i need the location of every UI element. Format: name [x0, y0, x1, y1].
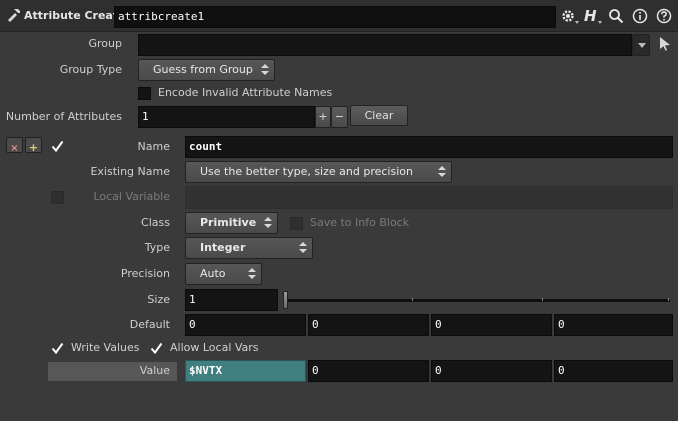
default-field[interactable]: 0: [554, 314, 673, 336]
num-attributes-field[interactable]: 1: [138, 106, 315, 128]
group-field[interactable]: [138, 34, 632, 56]
allow-local-vars-checkmark[interactable]: [150, 342, 163, 355]
write-values-checkmark[interactable]: [51, 342, 64, 355]
size-label: Size: [147, 293, 170, 306]
updown-arrows-icon: [261, 62, 269, 77]
default-field[interactable]: 0: [308, 314, 429, 336]
slider-tick: [668, 298, 669, 301]
existing-name-value: Use the better type, size and precision: [200, 165, 413, 178]
num-attributes-plus-button[interactable]: +: [315, 106, 331, 128]
name-label: Name: [137, 140, 170, 153]
slider-tick: [412, 298, 413, 301]
value-field[interactable]: $NVTX: [185, 360, 306, 382]
slider-track: [284, 299, 670, 302]
default-label: Default: [129, 318, 170, 331]
search-icon[interactable]: [608, 8, 624, 24]
chevron-down-icon: [638, 43, 646, 48]
node-name-field[interactable]: attribcreate1: [114, 6, 556, 28]
node-type-label: Attribute Create: [24, 9, 126, 22]
type-menu[interactable]: Integer: [185, 237, 313, 259]
existing-name-menu[interactable]: Use the better type, size and precision: [185, 161, 452, 183]
insert-icon: +: [28, 141, 39, 154]
num-attributes-label: Number of Attributes: [5, 110, 122, 123]
help-icon[interactable]: [656, 8, 672, 24]
clear-button[interactable]: Clear: [350, 105, 408, 126]
select-arrow-icon[interactable]: [658, 36, 672, 52]
group-type-menu[interactable]: Guess from Group: [138, 59, 275, 81]
write-values-label: Write Values: [71, 341, 140, 354]
info-icon[interactable]: [632, 8, 648, 24]
num-attributes-minus-button[interactable]: −: [331, 106, 348, 128]
save-info-label: Save to Info Block: [310, 216, 410, 229]
updown-arrows-icon: [264, 215, 272, 230]
save-info-checkbox[interactable]: [290, 217, 303, 230]
remove-instance-button[interactable]: ×: [6, 137, 23, 154]
precision-menu[interactable]: Auto: [185, 263, 262, 285]
local-variable-field[interactable]: [185, 186, 673, 209]
encode-label: Encode Invalid Attribute Names: [158, 86, 333, 99]
size-field[interactable]: 1: [185, 289, 278, 311]
updown-arrows-icon: [299, 240, 307, 255]
help-h-icon[interactable]: H: [583, 7, 603, 25]
svg-text:H: H: [584, 7, 597, 25]
group-dropdown-button[interactable]: [632, 34, 650, 56]
updown-arrows-icon: [248, 266, 256, 281]
value-field[interactable]: 0: [308, 360, 429, 382]
slider-handle[interactable]: [283, 291, 288, 309]
name-field[interactable]: count: [185, 136, 673, 158]
group-type-value: Guess from Group: [153, 63, 253, 76]
local-variable-checkbox[interactable]: [51, 191, 64, 204]
allow-local-vars-label: Allow Local Vars: [170, 341, 259, 354]
gear-icon[interactable]: [560, 8, 580, 26]
value-field[interactable]: 0: [431, 360, 552, 382]
insert-instance-button[interactable]: +: [25, 137, 42, 154]
slider-tick: [542, 298, 543, 301]
precision-value: Auto: [200, 267, 226, 280]
value-field[interactable]: 0: [554, 360, 673, 382]
type-value: Integer: [200, 241, 246, 254]
existing-name-label: Existing Name: [90, 165, 170, 178]
close-icon: ×: [10, 143, 19, 154]
encode-checkbox[interactable]: [138, 87, 151, 100]
class-value: Primitive: [200, 216, 257, 229]
precision-label: Precision: [120, 267, 170, 280]
group-label: Group: [88, 37, 123, 50]
updown-arrows-icon: [438, 164, 446, 179]
attribcreate-node-icon[interactable]: [6, 7, 22, 23]
value-label: Value: [139, 364, 170, 377]
class-menu[interactable]: Primitive: [185, 212, 278, 234]
group-type-label: Group Type: [59, 63, 122, 76]
enable-instance-checkmark[interactable]: [51, 140, 64, 153]
default-field[interactable]: 0: [185, 314, 306, 336]
type-label: Type: [144, 241, 170, 254]
local-variable-label: Local Variable: [93, 190, 170, 203]
class-label: Class: [141, 216, 170, 229]
default-field[interactable]: 0: [431, 314, 552, 336]
size-slider[interactable]: [283, 290, 672, 310]
